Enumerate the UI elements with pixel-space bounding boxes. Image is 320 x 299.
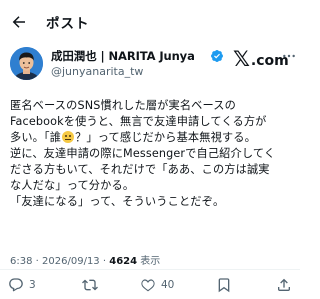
- post-line: 逆に、友達申請の際にMessengerで自己紹介してく: [10, 147, 276, 160]
- like-count: 40: [161, 279, 175, 291]
- post-line: 匿名ベースのSNS慣れした層が実名ベースの: [10, 99, 236, 112]
- meta-separator: ·: [102, 256, 107, 267]
- reply-button[interactable]: 3: [8, 274, 36, 296]
- author-name[interactable]: 成田潤也 | NARITA Junya: [51, 48, 195, 64]
- top-bar: ポスト: [0, 0, 300, 44]
- post-line: Facebookを使うと、無言で友達申請してくる方が: [10, 115, 267, 128]
- like-button[interactable]: 40: [140, 274, 174, 296]
- more-options-icon[interactable]: [281, 48, 297, 64]
- x-logo-mark: 𝕏: [233, 47, 250, 71]
- divider: [0, 269, 300, 270]
- author-handle[interactable]: @junyanarita_tw: [51, 65, 143, 78]
- avatar[interactable]: [10, 47, 43, 80]
- post-line: ださる方もいて、それだけで「ああ、この方は誠実: [10, 163, 270, 176]
- meta-separator: ·: [35, 256, 39, 267]
- page-title: ポスト: [46, 16, 90, 32]
- post-text: 匿名ベースのSNS慣れした層が実名ベースの Facebookを使うと、無言で友達…: [10, 98, 298, 210]
- bookmark-button[interactable]: [216, 274, 232, 296]
- repost-button[interactable]: [82, 274, 98, 296]
- post-date[interactable]: 2026/09/13: [42, 256, 100, 267]
- verified-badge-icon: [210, 48, 224, 62]
- heart-icon: [141, 279, 155, 292]
- repost-icon: [82, 279, 98, 291]
- share-button[interactable]: [276, 274, 292, 296]
- back-arrow-icon[interactable]: [8, 11, 30, 33]
- views-count: 4624: [109, 256, 138, 267]
- unamused-face-icon: [62, 131, 75, 143]
- post-line: 「友達になる」って、そういうことだぞ。: [10, 195, 225, 208]
- post-line-part: 多い。「誰: [10, 131, 62, 144]
- action-bar: 3 40: [0, 274, 300, 296]
- reply-count: 3: [29, 279, 36, 291]
- post-line: な人だな」って分かる。: [10, 179, 135, 192]
- post-time[interactable]: 6:38: [10, 256, 32, 267]
- post-meta: 6:38 · 2026/09/13 · 4624 表示: [10, 252, 160, 267]
- views-label: 表示: [140, 256, 161, 267]
- bookmark-icon: [218, 278, 230, 293]
- share-icon: [278, 278, 290, 291]
- reply-icon: [9, 278, 23, 292]
- post-line: 多い。「誰 ？」って感じだから基本無視する。: [10, 130, 298, 146]
- post-line-part: ？」って感じだから基本無視する。: [75, 131, 256, 144]
